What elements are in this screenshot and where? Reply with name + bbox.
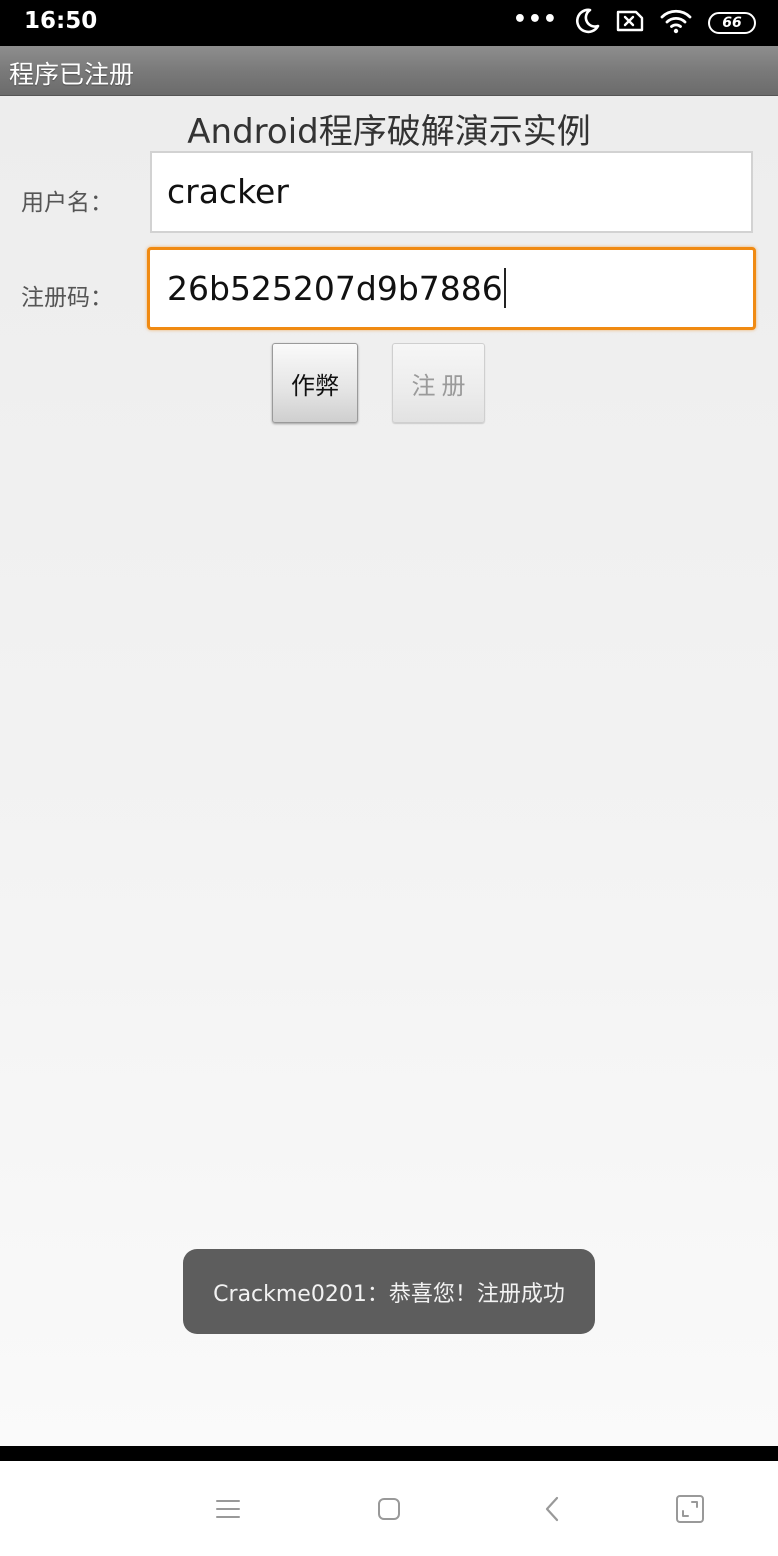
status-bar: 16:50 ••• 66: [0, 0, 778, 46]
title-bar: 程序已注册: [0, 46, 778, 96]
wifi-icon: [660, 8, 692, 38]
moon-icon: [574, 7, 600, 39]
toast-text: Crackme0201：恭喜您！注册成功: [213, 1281, 565, 1307]
screen: 16:50 ••• 66 程序已注册 Android程序破解演示实例 用户名： …: [0, 0, 778, 1556]
app-heading: Android程序破解演示实例: [187, 112, 591, 152]
username-label: 用户名：: [21, 190, 113, 216]
navigation-bar: [0, 1461, 778, 1556]
home-icon[interactable]: [369, 1489, 409, 1529]
more-dots-icon: •••: [512, 7, 558, 32]
bottom-divider: [0, 1446, 778, 1461]
registration-code-label: 注册码：: [21, 285, 113, 311]
username-value: cracker: [167, 172, 289, 211]
text-caret: [503, 267, 506, 308]
username-input[interactable]: cracker: [150, 151, 753, 233]
expand-icon[interactable]: [670, 1489, 710, 1529]
battery-icon: 66: [708, 12, 756, 34]
back-icon[interactable]: [532, 1489, 572, 1529]
register-button[interactable]: 注册: [392, 343, 485, 423]
registration-code-value: 26b525207d9b7886: [167, 269, 503, 308]
status-time: 16:50: [24, 8, 98, 34]
window-title: 程序已注册: [9, 60, 135, 89]
sim-off-icon: [616, 9, 644, 37]
status-icons: ••• 66: [513, 8, 756, 38]
registration-code-input[interactable]: 26b525207d9b7886: [147, 247, 756, 330]
toast-message: Crackme0201：恭喜您！注册成功: [183, 1249, 595, 1334]
battery-level: 66: [722, 15, 742, 31]
cheat-button[interactable]: 作弊: [272, 343, 358, 423]
menu-icon[interactable]: [208, 1489, 248, 1529]
